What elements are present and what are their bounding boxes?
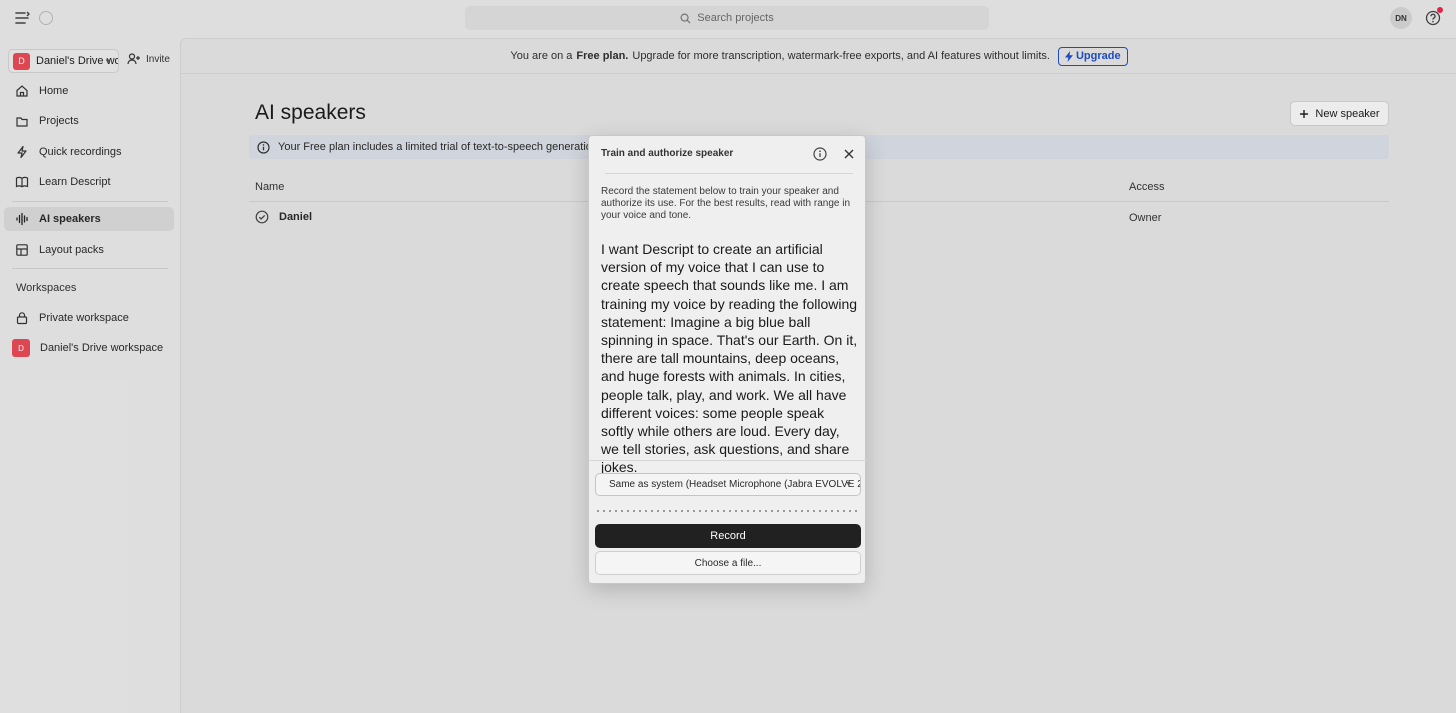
dialog-description: Record the statement below to train your… (601, 186, 851, 221)
info-icon[interactable] (813, 147, 827, 161)
record-button[interactable]: Record (595, 524, 861, 548)
microphone-select[interactable]: Same as system (Headset Microphone (Jabr… (595, 473, 861, 496)
chevron-down-icon: ▼ (845, 481, 852, 488)
dialog-divider (605, 173, 853, 174)
microphone-value: Same as system (Headset Microphone (Jabr… (609, 479, 860, 490)
dialog-title: Train and authorize speaker (601, 148, 734, 159)
training-statement: I want Descript to create an artificial … (601, 241, 858, 476)
audio-level-meter (597, 510, 861, 512)
close-icon[interactable] (842, 147, 856, 161)
dialog-divider (589, 460, 867, 461)
train-speaker-dialog: Train and authorize speaker Record the s… (588, 135, 867, 584)
choose-file-button[interactable]: Choose a file... (595, 551, 861, 575)
